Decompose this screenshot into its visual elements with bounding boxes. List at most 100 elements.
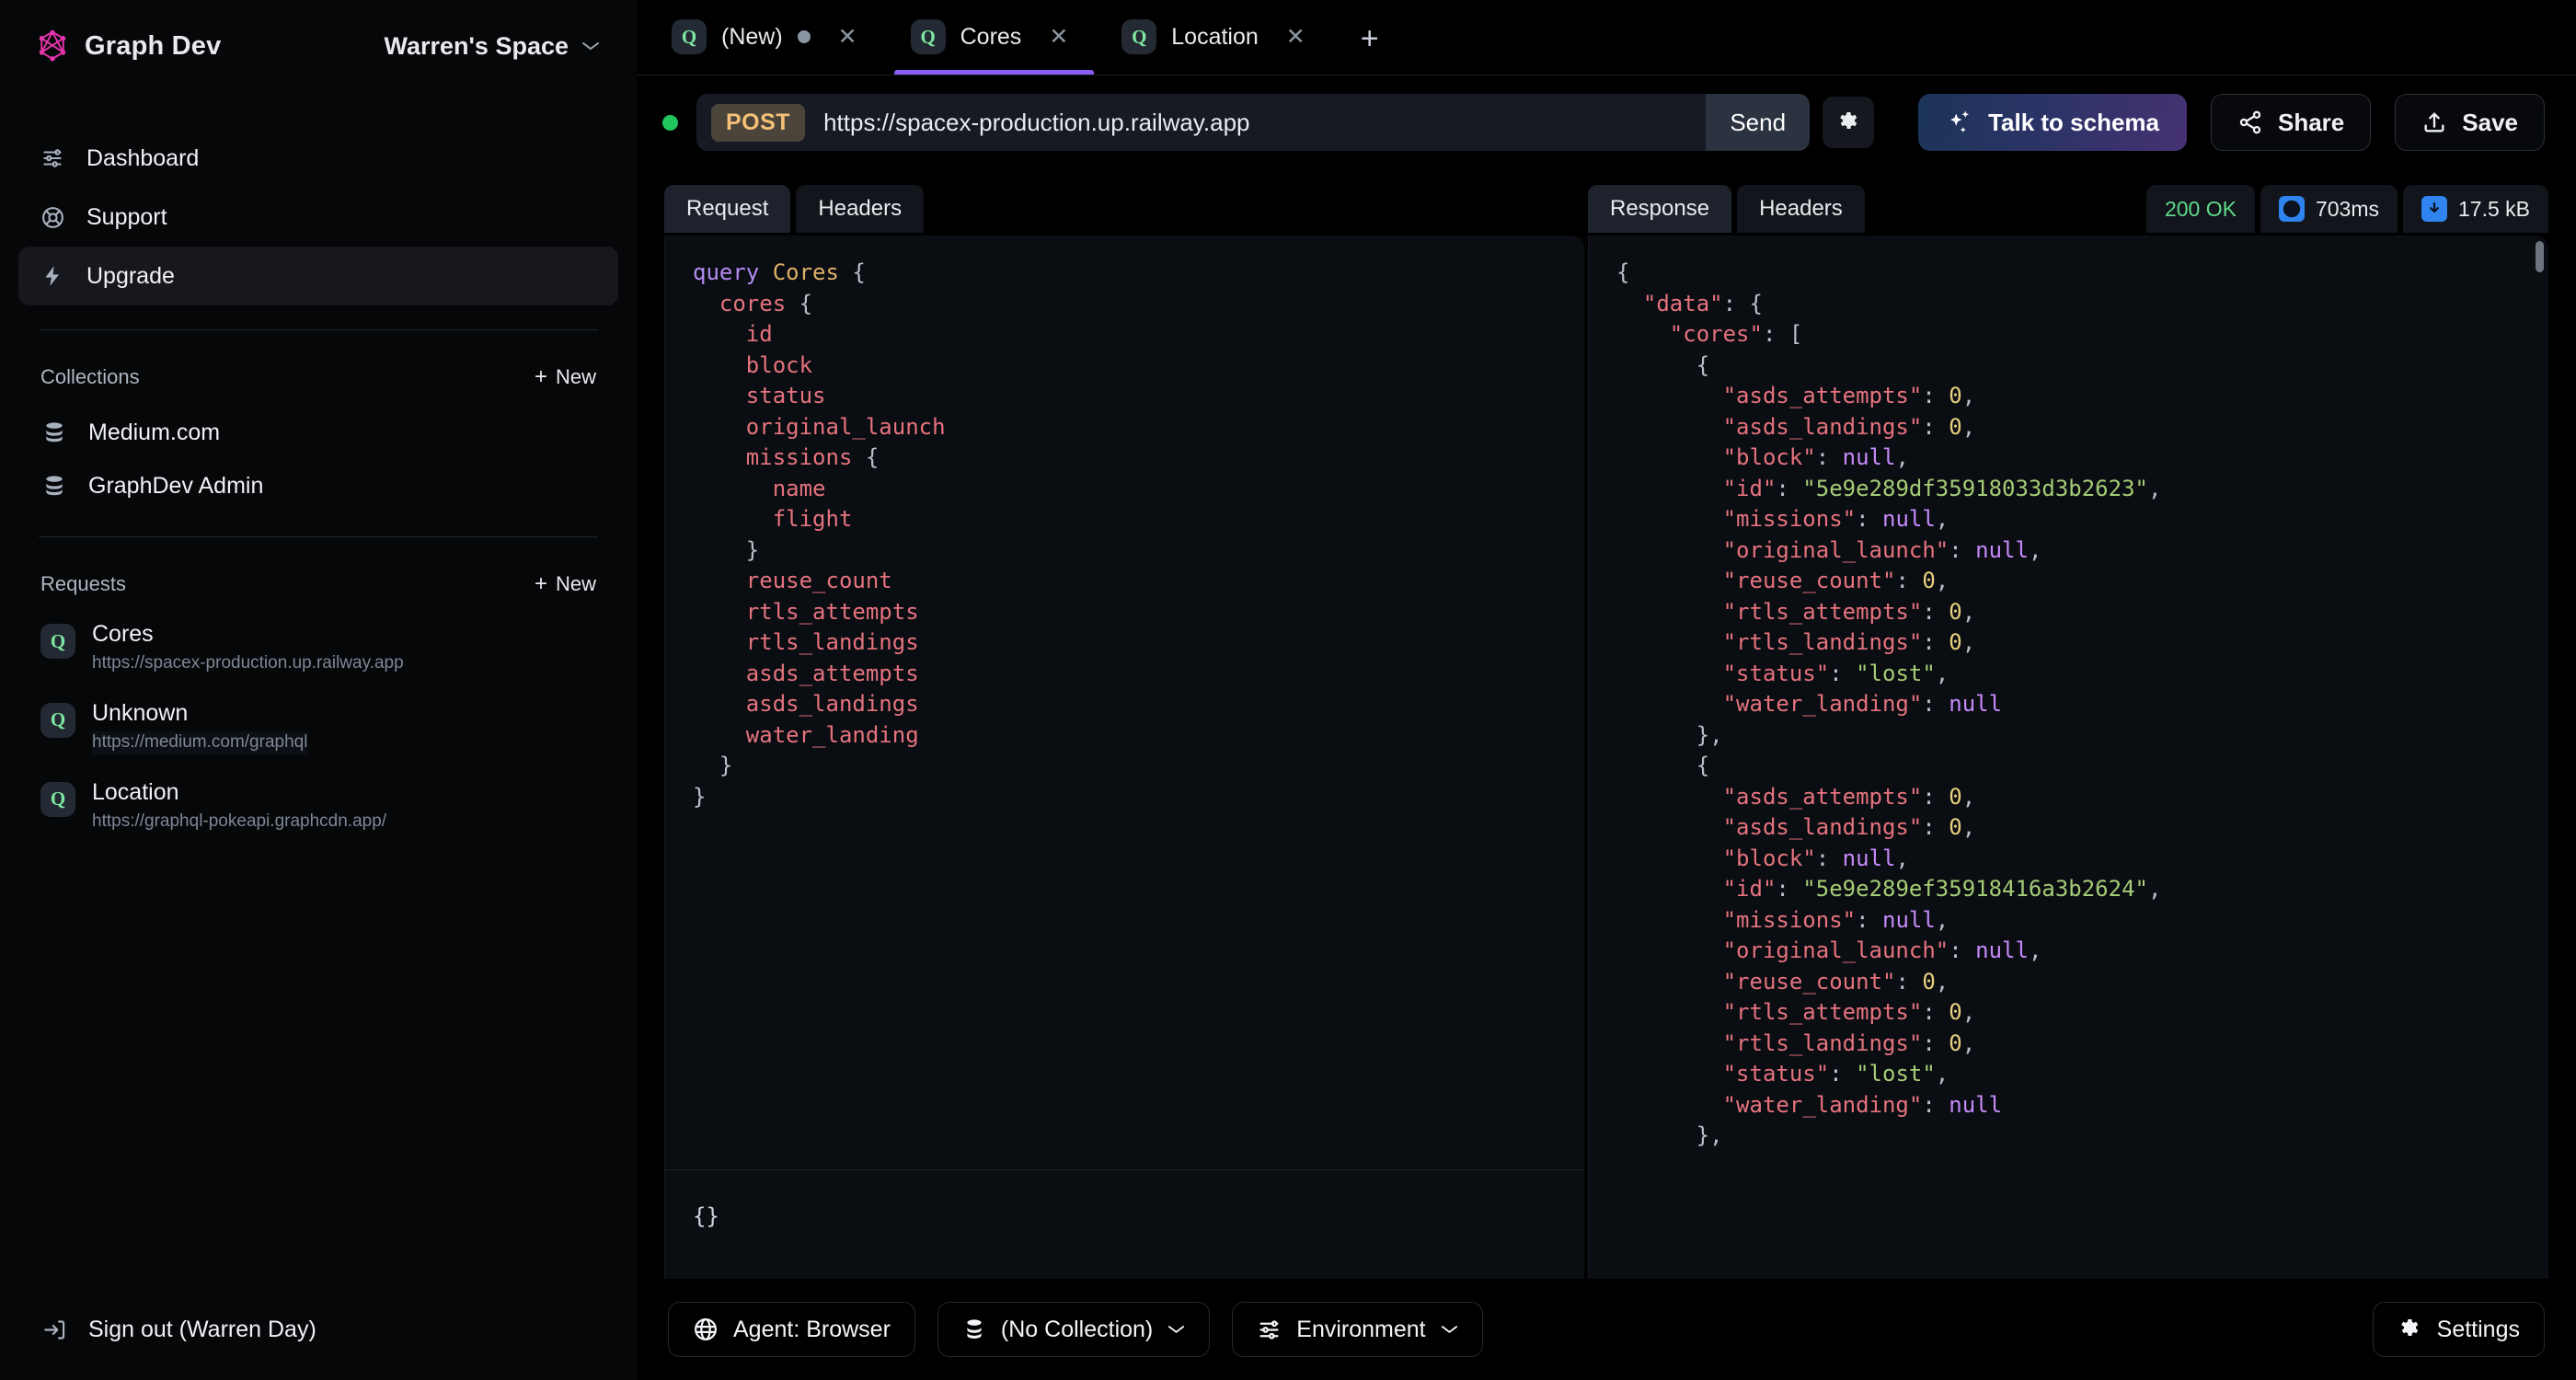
chevron-down-icon xyxy=(1167,1324,1185,1335)
collection-item-medium[interactable]: Medium.com xyxy=(18,406,618,459)
clock-icon xyxy=(2278,196,2305,222)
bottom-toolbar: Agent: Browser (No Collection) Environme… xyxy=(637,1279,2576,1380)
save-button[interactable]: Save xyxy=(2395,94,2545,151)
url-input[interactable] xyxy=(805,108,1718,137)
tab-label: Location xyxy=(1171,23,1259,50)
response-viewer[interactable]: { "data": { "cores": [ { "asds_attempts"… xyxy=(1588,236,2548,1279)
response-scrollbar-thumb[interactable] xyxy=(2536,241,2544,272)
query-badge-icon: Q xyxy=(910,19,946,54)
request-item-name: Location xyxy=(92,778,179,805)
query-editor-content[interactable]: query Cores { cores { id block status or… xyxy=(665,236,1584,822)
settings-label: Settings xyxy=(2436,1316,2520,1342)
editor-panels: Request Headers query Cores { cores { id… xyxy=(637,169,2576,1279)
new-collection-label: New xyxy=(555,365,596,388)
send-button[interactable]: Send xyxy=(1706,94,1811,151)
close-icon[interactable]: ✕ xyxy=(831,22,865,52)
workspace-selector[interactable]: Warren's Space xyxy=(384,32,600,61)
app-root: Graph Dev Warren's Space Dashboard Suppo… xyxy=(0,0,2576,1380)
sidebar-nav: Dashboard Support Upgrade xyxy=(0,129,637,305)
sidebar-item-label: Support xyxy=(86,203,167,230)
close-icon[interactable]: ✕ xyxy=(1279,22,1313,52)
upload-icon xyxy=(2421,109,2447,135)
tab-location[interactable]: Q Location ✕ xyxy=(1099,0,1336,75)
query-badge-icon: Q xyxy=(1121,19,1157,54)
response-size-badge: 17.5 kB xyxy=(2403,185,2548,233)
share-label: Share xyxy=(2278,108,2345,136)
collection-item-label: Medium.com xyxy=(88,419,221,445)
variables-editor[interactable]: {} xyxy=(665,1170,1584,1279)
collection-label: (No Collection) xyxy=(1000,1316,1154,1342)
new-tab-button[interactable]: + xyxy=(1337,23,1403,54)
response-meta: 200 OK 703ms 17.5 kB xyxy=(2145,185,2548,233)
download-icon xyxy=(2421,196,2447,222)
tab-response-headers[interactable]: Headers xyxy=(1737,185,1865,233)
share-button[interactable]: Share xyxy=(2211,94,2372,151)
close-icon[interactable]: ✕ xyxy=(1041,22,1075,52)
chevron-down-icon xyxy=(581,40,600,52)
query-badge-icon: Q xyxy=(40,781,75,817)
sidebar-item-label: Upgrade xyxy=(86,262,175,289)
environment-selector-button[interactable]: Environment xyxy=(1232,1302,1483,1357)
settings-button[interactable]: Settings xyxy=(2372,1302,2545,1357)
sidebar-item-support[interactable]: Support xyxy=(18,188,618,247)
gear-icon xyxy=(1836,110,1861,135)
collections-header: Collections + New xyxy=(0,362,637,393)
url-toolbar: POST Send xyxy=(637,75,2576,169)
globe-icon xyxy=(693,1317,719,1342)
request-tabbar: Q (New) ✕ Q Cores ✕ Q Location ✕ + xyxy=(637,0,2576,75)
query-editor[interactable]: query Cores { cores { id block status or… xyxy=(664,236,1584,1279)
collections-list: Medium.com GraphDev Admin xyxy=(0,406,637,512)
tab-cores[interactable]: Q Cores ✕ xyxy=(889,0,1100,75)
tab-response[interactable]: Response xyxy=(1588,185,1732,233)
tab-request[interactable]: Request xyxy=(664,185,791,233)
sidebar-header: Graph Dev Warren's Space xyxy=(0,0,637,92)
tab-new[interactable]: Q (New) ✕ xyxy=(650,0,889,75)
request-item-name: Cores xyxy=(92,621,154,647)
talk-to-schema-button[interactable]: Talk to schema xyxy=(1918,94,2187,151)
query-badge-icon: Q xyxy=(40,624,75,659)
sidebar-divider-1 xyxy=(39,329,598,330)
response-size-label: 17.5 kB xyxy=(2458,196,2530,221)
requests-list: Q Cores https://spacex-production.up.rai… xyxy=(0,611,637,848)
talk-to-schema-label: Talk to schema xyxy=(1988,108,2159,136)
collections-title: Collections xyxy=(40,365,140,388)
plus-icon: + xyxy=(534,571,547,596)
agent-label: Agent: Browser xyxy=(733,1316,891,1342)
query-badge-icon: Q xyxy=(40,702,75,738)
main-area: Q (New) ✕ Q Cores ✕ Q Location ✕ + POST xyxy=(637,0,2576,1380)
plus-icon: + xyxy=(534,364,547,389)
request-item-unknown[interactable]: Q Unknown https://medium.com/graphql xyxy=(18,690,618,769)
sidebar-item-upgrade[interactable]: Upgrade xyxy=(18,247,618,305)
sign-out-label: Sign out (Warren Day) xyxy=(88,1316,316,1342)
tab-label: (New) xyxy=(721,23,783,50)
query-badge-icon: Q xyxy=(672,19,707,54)
request-item-location[interactable]: Q Location https://graphql-pokeapi.graph… xyxy=(18,769,618,848)
request-item-url: https://medium.com/graphql xyxy=(92,731,308,754)
sidebar-item-dashboard[interactable]: Dashboard xyxy=(18,129,618,188)
collection-item-graphdev-admin[interactable]: GraphDev Admin xyxy=(18,459,618,512)
http-method-badge[interactable]: POST xyxy=(711,103,806,142)
database-icon xyxy=(40,472,68,500)
database-icon xyxy=(962,1317,986,1341)
tab-request-headers[interactable]: Headers xyxy=(796,185,925,233)
chevron-down-icon xyxy=(1441,1324,1458,1335)
sidebar-divider-2 xyxy=(39,536,598,537)
response-panel: Response Headers 200 OK 703ms 17.5 kB {… xyxy=(1588,182,2548,1279)
response-panel-tabs: Response Headers 200 OK 703ms 17.5 kB xyxy=(1588,182,2548,236)
requests-header: Requests + New xyxy=(0,569,637,600)
request-settings-button[interactable] xyxy=(1823,97,1875,148)
workspace-name: Warren's Space xyxy=(384,31,569,60)
new-request-button[interactable]: + New xyxy=(535,572,596,596)
connection-status-icon xyxy=(662,114,678,131)
unsaved-indicator-icon xyxy=(797,30,811,43)
sign-out-button[interactable]: Sign out (Warren Day) xyxy=(0,1279,637,1380)
sidebar: Graph Dev Warren's Space Dashboard Suppo… xyxy=(0,0,637,1380)
request-item-cores[interactable]: Q Cores https://spacex-production.up.rai… xyxy=(18,611,618,690)
brand: Graph Dev xyxy=(37,29,221,63)
collection-selector-button[interactable]: (No Collection) xyxy=(937,1302,1211,1357)
lifebuoy-icon xyxy=(39,203,66,231)
new-collection-button[interactable]: + New xyxy=(535,365,596,389)
request-panel-tabs: Request Headers xyxy=(664,182,1584,236)
request-item-url: https://spacex-production.up.railway.app xyxy=(92,653,404,673)
agent-selector-button[interactable]: Agent: Browser xyxy=(668,1302,915,1357)
